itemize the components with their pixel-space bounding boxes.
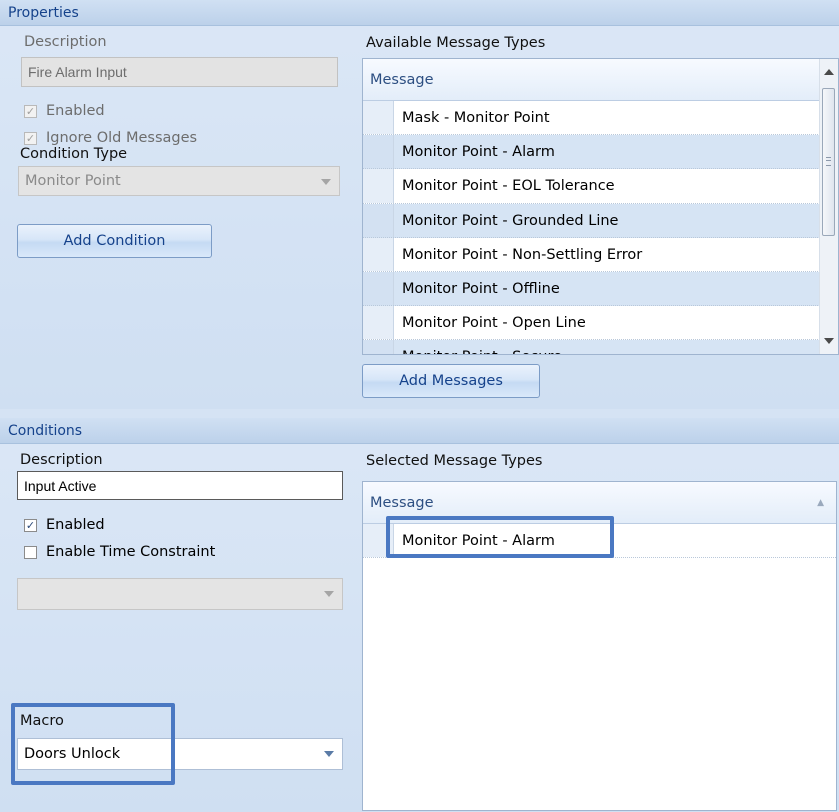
row-indicator[interactable] <box>363 306 394 340</box>
ignore-old-messages-label: Ignore Old Messages <box>46 130 198 146</box>
scroll-thumb[interactable] <box>822 88 835 236</box>
chevron-down-icon[interactable] <box>324 751 334 757</box>
message-row[interactable]: Monitor Point - EOL Tolerance <box>363 169 820 204</box>
chevron-down-icon[interactable] <box>321 179 331 185</box>
message-row[interactable]: Monitor Point - Offline <box>363 272 820 307</box>
properties-title: Properties <box>0 0 839 26</box>
message-row-label: Monitor Point - Grounded Line <box>402 212 619 229</box>
message-row[interactable]: Monitor Point - Grounded Line <box>363 203 820 238</box>
conditions-panel: Conditions Description Input Active ✓ En… <box>0 418 839 812</box>
available-grid-scrollbar[interactable] <box>819 59 838 354</box>
sort-ascending-icon: ▲ <box>817 498 824 508</box>
selected-message-grid[interactable]: Message ▲ Monitor Point - Alarm <box>362 481 837 811</box>
message-row-label: Monitor Point - EOL Tolerance <box>402 178 615 195</box>
properties-panel: Properties Description Fire Alarm Input … <box>0 0 839 409</box>
message-row-label: Monitor Point - Open Line <box>402 315 586 332</box>
condition-type-value: Monitor Point <box>25 173 121 189</box>
add-messages-button[interactable]: Add Messages <box>362 364 540 398</box>
available-message-types-label: Available Message Types <box>366 35 546 51</box>
time-constraint-checkbox[interactable] <box>24 545 37 559</box>
enabled-checkbox-row[interactable]: ✓ Enabled <box>24 103 105 119</box>
condition-enabled-label: Enabled <box>46 517 105 533</box>
available-grid-header[interactable]: Message ▲ <box>363 59 838 101</box>
message-row-label: Monitor Point - Secure <box>402 340 562 354</box>
description-field[interactable]: Fire Alarm Input <box>21 57 338 87</box>
ignore-old-messages-checkbox[interactable]: ✓ <box>24 131 37 145</box>
row-indicator[interactable] <box>363 101 394 135</box>
macro-label: Macro <box>20 713 64 729</box>
time-constraint-checkbox-row[interactable]: Enable Time Constraint <box>24 544 215 560</box>
scroll-down-icon[interactable] <box>824 338 834 344</box>
message-row-label: Monitor Point - Alarm <box>402 533 555 549</box>
condition-description-label: Description <box>20 452 103 468</box>
add-condition-button[interactable]: Add Condition <box>17 224 212 258</box>
message-row-label: Monitor Point - Alarm <box>402 144 555 161</box>
selected-grid-header[interactable]: Message ▲ <box>363 482 836 524</box>
message-row-label: Monitor Point - Offline <box>402 281 560 297</box>
row-indicator[interactable] <box>363 272 394 306</box>
enabled-checkbox[interactable]: ✓ <box>24 104 37 118</box>
message-row[interactable]: Monitor Point - Secure <box>363 340 820 354</box>
row-indicator[interactable] <box>363 169 394 203</box>
message-row-label: Mask - Monitor Point <box>402 110 550 126</box>
selected-message-types-label: Selected Message Types <box>366 453 543 469</box>
chevron-down-icon[interactable] <box>324 591 334 597</box>
enabled-label: Enabled <box>46 103 105 119</box>
row-indicator[interactable] <box>363 135 394 169</box>
message-row[interactable]: Monitor Point - Non-Settling Error <box>363 237 820 272</box>
message-row[interactable]: Mask - Monitor Point <box>363 101 820 136</box>
time-constraint-select[interactable] <box>17 578 343 610</box>
macro-select[interactable]: Doors Unlock <box>17 738 343 770</box>
condition-type-label: Condition Type <box>20 146 128 162</box>
description-label: Description <box>24 34 107 50</box>
macro-value: Doors Unlock <box>24 746 121 762</box>
row-indicator[interactable] <box>363 524 394 557</box>
conditions-title: Conditions <box>0 418 839 444</box>
condition-enabled-checkbox-row[interactable]: ✓ Enabled <box>24 517 105 533</box>
ignore-old-messages-checkbox-row[interactable]: ✓ Ignore Old Messages <box>24 130 197 146</box>
condition-enabled-checkbox[interactable]: ✓ <box>24 518 37 532</box>
message-row-label: Monitor Point - Non-Settling Error <box>402 246 643 263</box>
condition-type-select[interactable]: Monitor Point <box>18 166 340 196</box>
selected-grid-header-label: Message <box>370 495 434 511</box>
message-row[interactable]: Monitor Point - Alarm <box>363 135 820 170</box>
time-constraint-label: Enable Time Constraint <box>46 544 216 560</box>
message-row[interactable]: Monitor Point - Open Line <box>363 306 820 341</box>
scroll-up-icon[interactable] <box>824 69 834 75</box>
available-grid-header-label: Message <box>370 72 434 88</box>
available-message-grid[interactable]: Message ▲ Mask - Monitor Point Monitor Po… <box>362 58 839 355</box>
row-indicator[interactable] <box>363 203 394 237</box>
row-indicator[interactable] <box>363 340 394 354</box>
row-indicator[interactable] <box>363 237 394 271</box>
message-row[interactable]: Monitor Point - Alarm <box>363 524 836 558</box>
condition-description-field[interactable]: Input Active <box>17 471 343 500</box>
